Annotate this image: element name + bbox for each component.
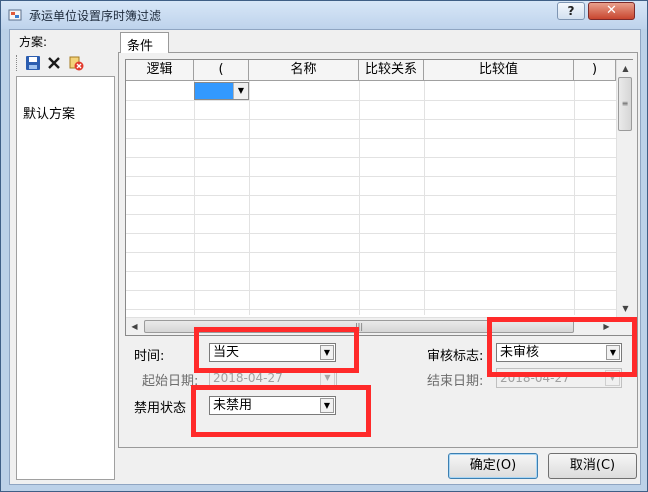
save-icon[interactable] xyxy=(24,54,42,72)
grid-column-line xyxy=(574,81,575,315)
help-button[interactable]: ? xyxy=(557,2,585,20)
grid-row-line xyxy=(126,138,616,139)
highlight-box-audit xyxy=(487,317,637,377)
grid-row-line xyxy=(126,195,616,196)
ok-button[interactable]: 确定(O) xyxy=(448,453,538,479)
end-date-label: 结束日期: xyxy=(427,374,484,389)
title-bar: 承运单位设置序时簿过滤 ? ✕ xyxy=(1,1,647,29)
highlight-box-time xyxy=(194,327,359,373)
vertical-scrollbar[interactable]: ▲ ≡ ▼ xyxy=(616,60,633,317)
condition-grid[interactable]: 逻辑 ( 名称 比较关系 比较值 ) ▼ ▲ ≡ ▼ ◀ ||| ▶ xyxy=(125,59,633,336)
grid-column-line xyxy=(359,81,360,315)
scheme-item-default[interactable]: 默认方案 xyxy=(23,103,75,122)
column-header-name[interactable]: 名称 xyxy=(249,60,359,81)
toolbar-grip xyxy=(16,55,19,71)
grid-row-line xyxy=(126,309,616,310)
start-date-label: 起始日期: xyxy=(142,374,199,389)
grid-row-line xyxy=(126,157,616,158)
scheme-toolbar xyxy=(16,52,116,74)
column-header-value[interactable]: 比较值 xyxy=(424,60,574,81)
filter-dialog: 承运单位设置序时簿过滤 ? ✕ 方案: 默认方案 条件 逻辑 (名称 比较关系… xyxy=(0,0,648,492)
column-header-logic[interactable]: 逻辑 xyxy=(126,60,194,81)
grid-row-line xyxy=(126,252,616,253)
cancel-button[interactable]: 取消(C) xyxy=(548,453,637,479)
vertical-scroll-thumb[interactable]: ≡ xyxy=(618,77,632,131)
column-header-close-paren[interactable]: ) xyxy=(574,60,616,81)
column-header-open-paren[interactable]: ( xyxy=(194,60,249,81)
scroll-down-icon[interactable]: ▼ xyxy=(617,300,634,317)
scroll-up-icon[interactable]: ▲ xyxy=(617,60,634,77)
delete-icon[interactable] xyxy=(45,54,63,72)
highlight-box-disabled xyxy=(191,385,371,437)
disabled-status-label: 禁用状态 xyxy=(134,401,187,416)
grid-column-line xyxy=(249,81,250,315)
chevron-down-icon[interactable]: ▼ xyxy=(233,83,248,99)
open-paren-dropdown[interactable]: ▼ xyxy=(194,82,249,100)
grid-column-line xyxy=(194,81,195,315)
selected-cell xyxy=(195,83,233,99)
scheme-list: 默认方案 xyxy=(16,76,115,480)
start-date-value: 2018-04-27 xyxy=(213,371,283,385)
window-title: 承运单位设置序时簿过滤 xyxy=(29,9,162,23)
scheme-label: 方案: xyxy=(19,35,48,49)
clear-icon[interactable] xyxy=(67,54,85,72)
grid-row-line xyxy=(126,100,616,101)
tab-conditions[interactable]: 条件 xyxy=(120,32,169,54)
grid-column-line xyxy=(424,81,425,315)
grid-header: 逻辑 ( 名称 比较关系 比较值 ) xyxy=(126,60,616,81)
scroll-left-icon[interactable]: ◀ xyxy=(126,318,143,335)
grid-row-line xyxy=(126,271,616,272)
app-icon xyxy=(8,9,22,21)
close-button[interactable]: ✕ xyxy=(588,2,635,20)
grid-row-line xyxy=(126,290,616,291)
grid-row-line xyxy=(126,176,616,177)
time-label: 时间: xyxy=(134,349,165,364)
grid-row-line xyxy=(126,119,616,120)
grid-row-line xyxy=(126,233,616,234)
column-header-compare[interactable]: 比较关系 xyxy=(359,60,424,81)
grid-row-line xyxy=(126,214,616,215)
audit-label: 审核标志: xyxy=(427,349,484,364)
